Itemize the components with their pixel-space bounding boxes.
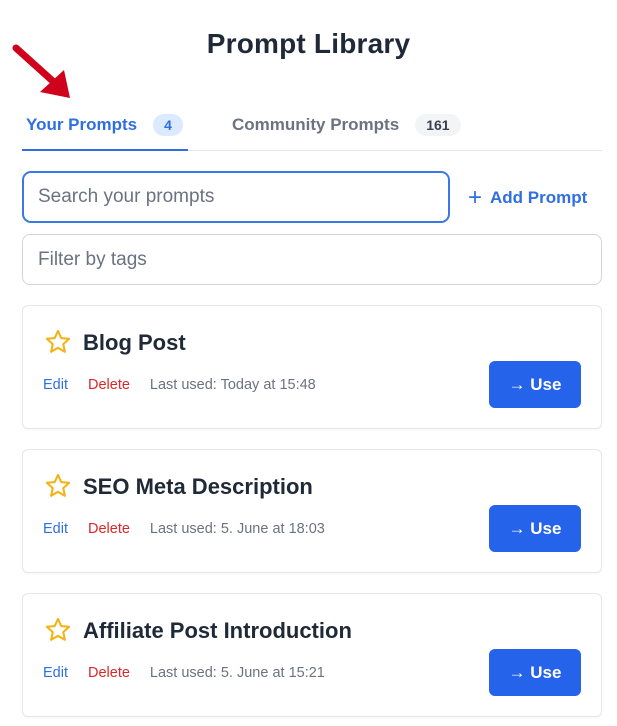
last-used-text: Last used: 5. June at 15:21 <box>149 665 325 681</box>
add-prompt-label: Add Prompt <box>490 188 588 207</box>
edit-link[interactable]: Edit <box>43 377 68 393</box>
use-prompt-button[interactable]: → Use <box>489 649 581 696</box>
prompt-title: SEO Meta Description <box>83 474 313 499</box>
prompt-card: SEO Meta Description Edit Delete Last us… <box>22 449 602 573</box>
tab-your-prompts[interactable]: Your Prompts 4 <box>22 100 188 151</box>
search-input[interactable] <box>22 171 450 223</box>
prompt-actions: Edit Delete Last used: 5. June at 15:21 <box>43 665 325 681</box>
edit-link[interactable]: Edit <box>43 665 68 681</box>
star-outline-icon[interactable] <box>44 328 72 356</box>
use-prompt-button[interactable]: → Use <box>489 361 581 408</box>
star-outline-icon[interactable] <box>44 472 72 500</box>
count-badge: 4 <box>153 113 183 136</box>
page-title: Prompt Library <box>206 28 411 59</box>
last-used-text: Last used: Today at 15:48 <box>149 377 316 393</box>
plus-icon: + <box>468 184 483 211</box>
tab-bar: Your Prompts 4 Community Prompts 161 <box>22 100 602 151</box>
star-outline-icon[interactable] <box>44 616 72 644</box>
prompt-card: Affiliate Post Introduction Edit Delete … <box>22 593 602 717</box>
edit-link[interactable]: Edit <box>43 521 68 537</box>
prompt-title: Blog Post <box>83 330 186 355</box>
delete-link[interactable]: Delete <box>88 521 130 537</box>
prompt-title: Affiliate Post Introduction <box>83 618 352 643</box>
delete-link[interactable]: Delete <box>88 665 130 681</box>
prompt-card: Blog Post Edit Delete Last used: Today a… <box>22 305 602 429</box>
tab-label: Community Prompts <box>232 115 400 134</box>
prompt-actions: Edit Delete Last used: 5. June at 18:03 <box>43 521 325 537</box>
last-used-text: Last used: 5. June at 18:03 <box>149 521 325 537</box>
add-prompt-button[interactable]: + Add Prompt <box>468 180 587 216</box>
tab-community-prompts[interactable]: Community Prompts 161 <box>230 100 461 150</box>
use-prompt-button[interactable]: → Use <box>489 505 581 552</box>
count-badge: 161 <box>415 114 461 136</box>
delete-link[interactable]: Delete <box>88 377 130 393</box>
tag-filter-input[interactable] <box>22 234 602 285</box>
prompt-actions: Edit Delete Last used: Today at 15:48 <box>43 377 316 393</box>
tab-label: Your Prompts <box>26 114 138 134</box>
